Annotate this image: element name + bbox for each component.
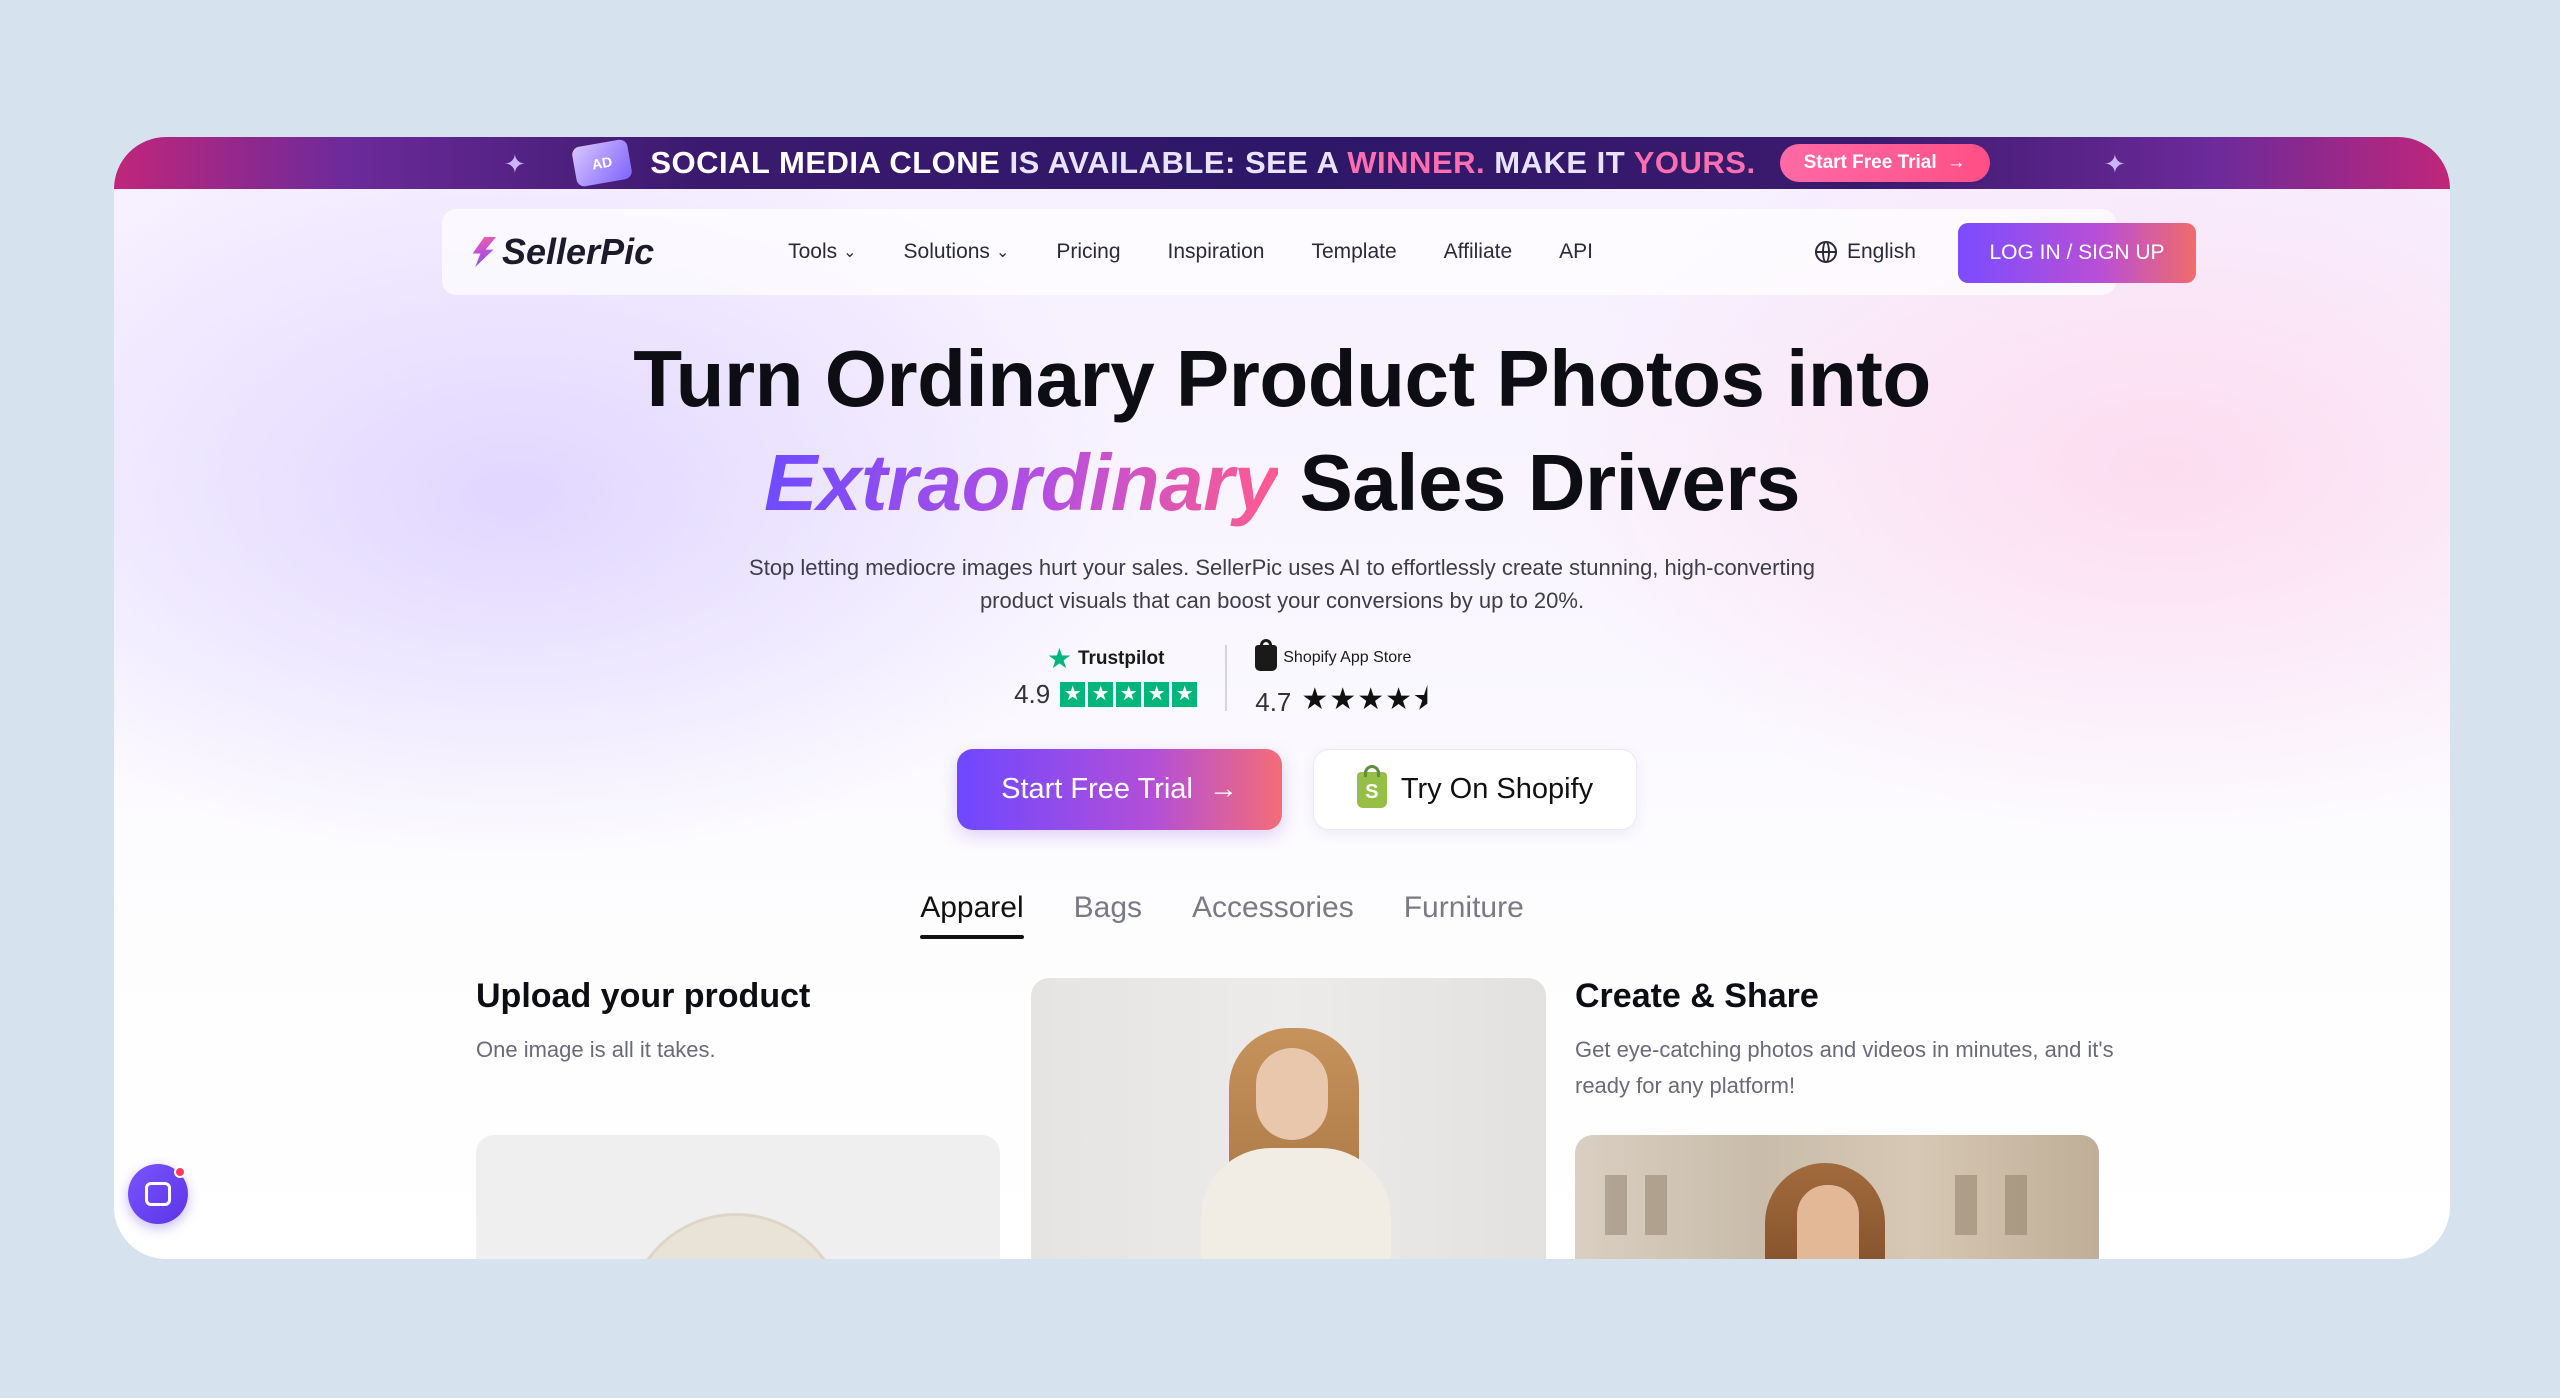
hero-subtitle: Stop letting mediocre images hurt your s…	[749, 555, 1815, 613]
nav-item-api[interactable]: API	[1559, 240, 1593, 264]
nav-links: Tools ⌄ Solutions ⌄ Pricing Inspiration Te…	[788, 240, 1593, 264]
logo[interactable]: SellerPic	[470, 231, 654, 273]
tab-bags[interactable]: Bags	[1074, 891, 1142, 939]
trustpilot-stars-icon: ★ ★ ★ ★ ★	[1060, 682, 1198, 707]
tab-furniture[interactable]: Furniture	[1404, 891, 1524, 939]
product-upload-image	[476, 1135, 1000, 1259]
trustpilot-score: 4.9	[1014, 679, 1051, 709]
sellerpic-logo-icon	[472, 237, 496, 267]
globe-icon	[1815, 241, 1837, 263]
shopify-bag-icon	[1255, 639, 1278, 671]
model-face	[1256, 1048, 1328, 1140]
nav-item-affiliate[interactable]: Affiliate	[1444, 240, 1513, 264]
upload-title: Upload your product	[476, 977, 811, 1015]
arrow-right-icon: →	[1946, 152, 1966, 173]
trustpilot-star-icon: ★	[1046, 643, 1072, 674]
sparkle-icon: ✦	[2104, 149, 2126, 179]
upload-description: One image is all it takes.	[476, 1037, 716, 1062]
nav-item-template[interactable]: Template	[1311, 240, 1396, 264]
tab-accessories[interactable]: Accessories	[1192, 891, 1354, 939]
share-description: Get eye-catching photos and videos in mi…	[1575, 1037, 2114, 1098]
ratings-bar: ★ Trustpilot 4.9 ★ ★ ★ ★ ★ Shopify App Store …	[114, 639, 2450, 728]
nav-item-tools[interactable]: Tools ⌄	[788, 240, 856, 264]
rating-divider	[1225, 645, 1228, 711]
hero-title-line2: Extraordinary Sales Drivers	[764, 438, 1800, 527]
model-result-image	[1031, 978, 1546, 1259]
ad-badge-icon: AD	[571, 138, 634, 188]
building-window	[1645, 1175, 1667, 1235]
chat-support-button[interactable]	[128, 1164, 188, 1224]
promo-banner[interactable]: ✦ ✦ AD SOCIAL MEDIA CLONE IS AVAILABLE: …	[114, 137, 2450, 189]
tab-apparel[interactable]: Apparel	[920, 891, 1025, 939]
nav-item-solutions[interactable]: Solutions ⌄	[904, 240, 1010, 264]
shopify-rating[interactable]: Shopify App Store 4.7 ★★★★⯨	[1255, 639, 1430, 728]
sweater-image	[626, 1213, 846, 1259]
arrow-right-icon: →	[1208, 773, 1238, 805]
share-title: Create & Share	[1575, 977, 1819, 1015]
notification-dot	[174, 1166, 186, 1178]
main-nav: SellerPic Tools ⌄ Solutions ⌄ Pricing Insp…	[442, 209, 2196, 295]
share-preview-image	[1575, 1135, 2099, 1259]
share-model-face	[1797, 1185, 1859, 1259]
building-window	[1955, 1175, 1977, 1235]
chat-icon	[145, 1182, 171, 1206]
start-free-trial-button[interactable]: Start Free Trial →	[957, 749, 1282, 830]
shopify-stars-icon: ★★★★⯨	[1301, 683, 1430, 716]
chevron-down-icon: ⌄	[843, 244, 857, 261]
shopify-logo-icon: S	[1356, 764, 1387, 808]
sparkle-icon: ✦	[504, 149, 526, 179]
browser-window: ✦ ✦ AD SOCIAL MEDIA CLONE IS AVAILABLE: …	[114, 137, 2450, 1259]
promo-start-trial-button[interactable]: Start Free Trial →	[1779, 144, 1990, 182]
model-outfit	[1201, 1148, 1391, 1259]
building-window	[1605, 1175, 1627, 1235]
shopify-score: 4.7	[1255, 687, 1292, 717]
building-window	[2005, 1175, 2027, 1235]
nav-item-pricing[interactable]: Pricing	[1056, 240, 1120, 264]
hero-title-highlight: Extraordinary	[764, 438, 1278, 527]
nav-item-inspiration[interactable]: Inspiration	[1168, 240, 1265, 264]
trustpilot-rating[interactable]: ★ Trustpilot 4.9 ★ ★ ★ ★ ★	[1014, 643, 1198, 728]
category-tabs: Apparel Bags Accessories Furniture	[114, 891, 2450, 939]
login-signup-button[interactable]: LOG IN / SIGN UP	[1958, 223, 2196, 283]
promo-text: SOCIAL MEDIA CLONE IS AVAILABLE: SEE A W…	[650, 145, 1756, 180]
try-on-shopify-button[interactable]: S Try On Shopify	[1313, 749, 1637, 830]
hero-title-line1: Turn Ordinary Product Photos into	[633, 334, 1931, 423]
chevron-down-icon: ⌄	[995, 244, 1010, 261]
language-selector[interactable]: English	[1815, 240, 1916, 264]
